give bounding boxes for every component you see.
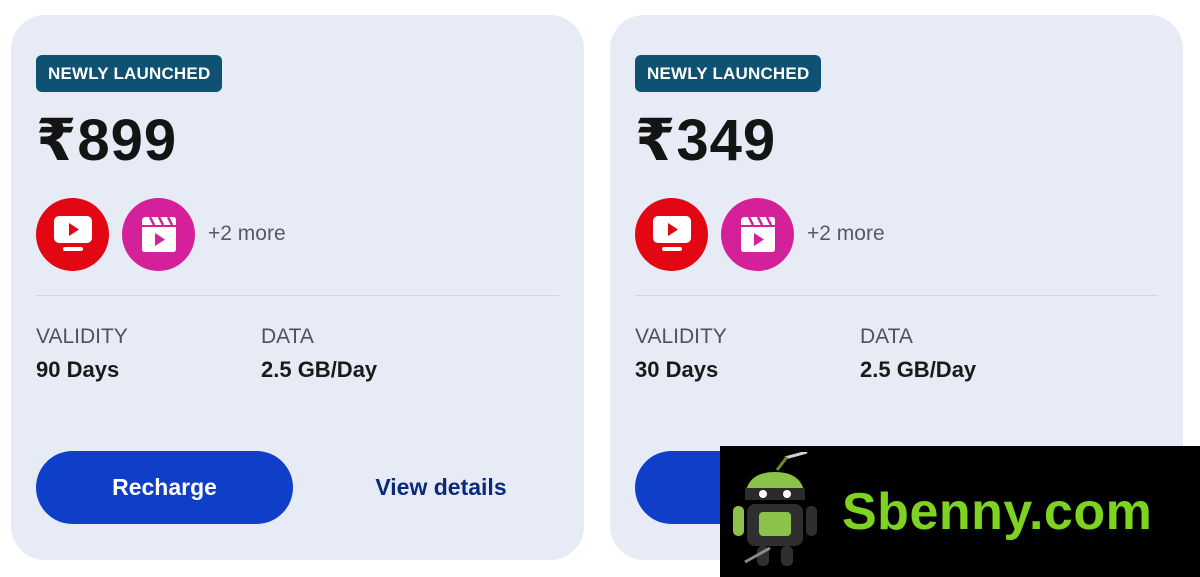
tv-play-icon[interactable] — [635, 197, 708, 271]
recharge-button[interactable]: Recharge — [36, 451, 293, 524]
data-label: DATA — [261, 325, 314, 348]
android-ninja-icon — [720, 446, 830, 577]
validity-label: VALIDITY — [36, 325, 128, 348]
validity-value: 30 Days — [635, 357, 719, 382]
clapperboard-play-icon[interactable] — [122, 197, 195, 271]
data-value: 2.5 GB/Day — [261, 357, 378, 382]
validity-value: 90 Days — [36, 357, 120, 382]
divider — [36, 295, 559, 296]
data-label: DATA — [860, 325, 913, 348]
plans-page: NEWLY LAUNCHED ₹899 +2 more VALIDITY 90 … — [0, 0, 1200, 577]
divider — [635, 295, 1158, 296]
ott-benefits-row[interactable]: +2 more — [36, 197, 286, 271]
validity-label: VALIDITY — [635, 325, 727, 348]
plan-price: ₹899 — [36, 108, 178, 173]
more-benefits-label[interactable]: +2 more — [807, 222, 885, 246]
watermark-banner: Sbenny.com — [720, 446, 1200, 577]
more-benefits-label[interactable]: +2 more — [208, 222, 286, 246]
data-value: 2.5 GB/Day — [860, 357, 977, 382]
view-details-link[interactable]: View details — [341, 451, 541, 524]
clapperboard-play-icon[interactable] — [721, 197, 794, 271]
newly-launched-badge: NEWLY LAUNCHED — [635, 55, 822, 92]
plan-price: ₹349 — [635, 108, 777, 173]
tv-play-icon[interactable] — [36, 197, 109, 271]
watermark-text: Sbenny.com — [842, 482, 1153, 541]
ott-benefits-row[interactable]: +2 more — [635, 197, 885, 271]
newly-launched-badge: NEWLY LAUNCHED — [36, 55, 223, 92]
plan-card[interactable]: NEWLY LAUNCHED ₹899 +2 more VALIDITY 90 … — [11, 15, 584, 560]
